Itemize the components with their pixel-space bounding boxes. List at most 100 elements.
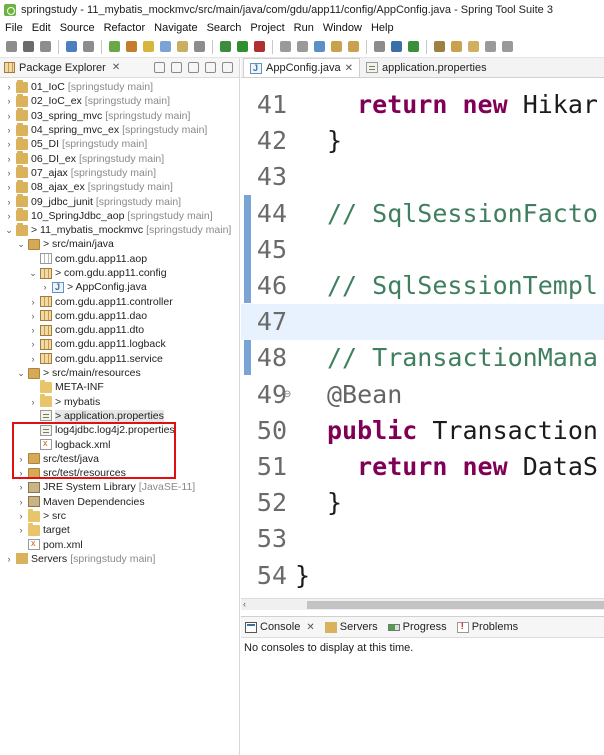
collapse-arrow-icon[interactable]: › [16, 482, 26, 492]
refresh-icon[interactable] [406, 39, 421, 54]
horizontal-scrollbar[interactable]: ‹ [241, 598, 604, 610]
collapse-arrow-icon[interactable]: › [4, 211, 14, 221]
editor-tab[interactable]: AppConfig.java ✕ [243, 58, 360, 77]
save-icon[interactable] [21, 39, 36, 54]
collapse-arrow-icon[interactable]: › [16, 511, 26, 521]
forward-icon[interactable] [389, 39, 404, 54]
collapse-arrow-icon[interactable]: › [4, 197, 14, 207]
tree-item[interactable]: › com.gdu.app11.dao [0, 309, 239, 323]
annotation-icon[interactable] [346, 39, 361, 54]
collapse-arrow-icon[interactable]: › [28, 297, 38, 307]
close-icon[interactable]: ✕ [306, 622, 314, 633]
menu-help[interactable]: Help [371, 22, 394, 34]
view-menu-icon[interactable] [188, 62, 199, 73]
tree-item[interactable]: com.gdu.app11.aop [0, 252, 239, 266]
minimize-icon[interactable] [205, 62, 216, 73]
tree-item[interactable]: › Maven Dependencies [0, 495, 239, 509]
tree-item[interactable]: › 10_SpringJdbc_aop [springstudy main] [0, 208, 239, 223]
terminal-icon[interactable] [175, 39, 190, 54]
tree-item[interactable]: › com.gdu.app11.dto [0, 323, 239, 337]
menu-source[interactable]: Source [60, 22, 95, 34]
collapse-arrow-icon[interactable]: › [4, 168, 14, 178]
expand-arrow-icon[interactable]: ⌄ [16, 368, 26, 379]
scroll-left-icon[interactable]: ‹ [243, 599, 246, 609]
open-type-icon[interactable] [124, 39, 139, 54]
collapse-arrow-icon[interactable]: › [28, 339, 38, 349]
arrow-icon[interactable] [500, 39, 515, 54]
collapse-arrow-icon[interactable]: › [4, 154, 14, 164]
collapse-arrow-icon[interactable]: › [16, 525, 26, 535]
collapse-arrow-icon[interactable]: › [28, 311, 38, 321]
spring-icon[interactable] [107, 39, 122, 54]
close-icon[interactable]: ✕ [345, 63, 353, 74]
build-icon[interactable] [295, 39, 310, 54]
tree-item[interactable]: › 06_DI_ex [springstudy main] [0, 151, 239, 165]
open-folder-icon[interactable] [329, 39, 344, 54]
bottom-tab-progress[interactable]: Progress [387, 621, 447, 633]
package-explorer-tab[interactable]: Package Explorer ✕ [4, 62, 120, 74]
collapse-arrow-icon[interactable]: › [16, 497, 26, 507]
bottom-tab-problems[interactable]: Problems [456, 621, 518, 633]
stop-icon[interactable] [252, 39, 267, 54]
tree-item[interactable]: › 03_spring_mvc [springstudy main] [0, 108, 239, 123]
collapse-arrow-icon[interactable]: › [4, 96, 14, 106]
edit-icon[interactable] [449, 39, 464, 54]
tree-item[interactable]: META-INF [0, 379, 239, 394]
tree-item[interactable]: › 09_jdbc_junit [springstudy main] [0, 194, 239, 208]
menu-project[interactable]: Project [250, 22, 284, 34]
collapse-arrow-icon[interactable]: › [4, 111, 14, 121]
collapse-arrow-icon[interactable]: › [28, 354, 38, 364]
scrollbar-thumb[interactable] [307, 601, 604, 609]
search-icon[interactable] [312, 39, 327, 54]
tree-item[interactable]: › 04_spring_mvc_ex [springstudy main] [0, 122, 239, 137]
debug-icon[interactable] [64, 39, 79, 54]
code-editor[interactable]: 41 return new Hikar 42} 43 44// SqlSessionF… [241, 78, 604, 598]
tree-item[interactable]: › > src [0, 508, 239, 523]
tree-item[interactable]: ⌄ > src/main/java [0, 237, 239, 251]
tree-item[interactable]: ⌄ > com.gdu.app11.config [0, 266, 239, 280]
tree-item[interactable]: › com.gdu.app11.service [0, 352, 239, 366]
expand-arrow-icon[interactable]: ⌄ [16, 239, 26, 250]
menu-edit[interactable]: Edit [32, 22, 51, 34]
collapse-arrow-icon[interactable]: › [4, 82, 14, 92]
print-icon[interactable] [38, 39, 53, 54]
collapse-arrow-icon[interactable]: › [4, 554, 14, 564]
external-tools-icon[interactable] [278, 39, 293, 54]
expand-arrow-icon[interactable]: ⌄ [4, 225, 14, 236]
tree-item[interactable]: › 01_IoC [springstudy main] [0, 79, 239, 94]
maximize-icon[interactable] [222, 62, 233, 73]
tree-item[interactable]: › 05_DI [springstudy main] [0, 136, 239, 151]
tree-item[interactable]: › Servers [springstudy main] [0, 552, 239, 566]
tree-item[interactable]: › target [0, 522, 239, 537]
close-icon[interactable]: ✕ [112, 62, 120, 73]
open-perspective-icon[interactable] [432, 39, 447, 54]
menu-search[interactable]: Search [207, 22, 242, 34]
collapse-all-icon[interactable] [154, 62, 165, 73]
tree-item[interactable]: ⌄ > 11_mybatis_mockmvc [springstudy main] [0, 222, 239, 237]
tree-item[interactable]: pom.xml [0, 538, 239, 552]
run-icon[interactable] [235, 39, 250, 54]
toggle-mark-icon[interactable] [158, 39, 173, 54]
brush-icon[interactable] [466, 39, 481, 54]
collapse-arrow-icon[interactable]: › [16, 454, 26, 464]
menu-window[interactable]: Window [323, 22, 362, 34]
new-icon[interactable] [4, 39, 19, 54]
menu-file[interactable]: File [5, 22, 23, 34]
bottom-tab-console[interactable]: Console ✕ [245, 621, 315, 633]
menu-navigate[interactable]: Navigate [154, 22, 197, 34]
skip-breakpoints-icon[interactable] [81, 39, 96, 54]
tree-item[interactable]: › com.gdu.app11.logback [0, 337, 239, 351]
collapse-arrow-icon[interactable]: › [4, 125, 14, 135]
tree-item[interactable]: › > mybatis [0, 394, 239, 409]
link-with-editor-icon[interactable] [171, 62, 182, 73]
tree-item[interactable]: logback.xml [0, 437, 239, 451]
menu-refactor[interactable]: Refactor [104, 22, 146, 34]
expand-arrow-icon[interactable]: ⌄ [28, 268, 38, 279]
marker-icon[interactable] [141, 39, 156, 54]
collapse-arrow-icon[interactable]: › [28, 397, 38, 407]
collapse-arrow-icon[interactable]: › [16, 468, 26, 478]
fold-collapse-icon[interactable]: ⊖ [283, 389, 291, 400]
editor-tab[interactable]: application.properties [360, 58, 493, 77]
collapse-arrow-icon[interactable]: › [40, 282, 50, 292]
tree-item[interactable]: › src/test/java [0, 452, 239, 466]
